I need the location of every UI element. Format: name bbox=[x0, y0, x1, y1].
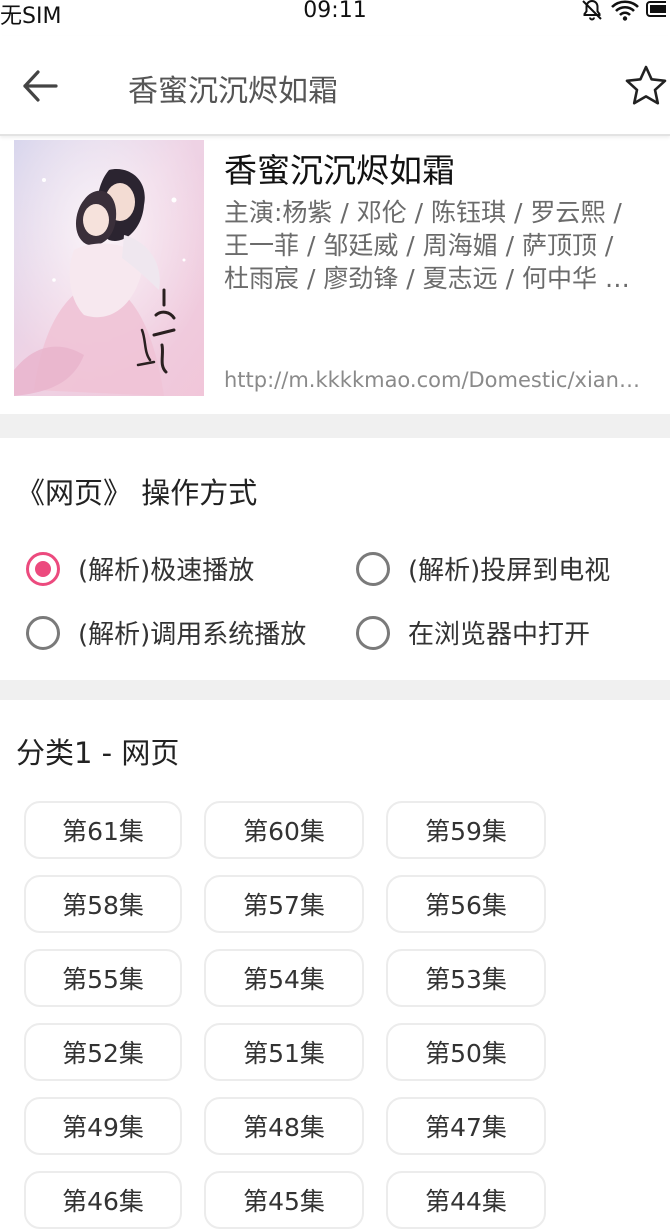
episode-button[interactable]: 第60集 bbox=[204, 801, 364, 859]
mute-bell-icon bbox=[582, 0, 602, 21]
option-cast-to-tv[interactable]: (解析)投屏到电视 bbox=[356, 550, 610, 587]
cast-line: 王一菲 / 邹廷威 / 周海媚 / 萨顶顶 / bbox=[224, 231, 614, 260]
back-arrow-icon bbox=[23, 70, 58, 102]
radio-button[interactable] bbox=[26, 551, 60, 586]
episode-button[interactable]: 第53集 bbox=[386, 949, 546, 1007]
status-bar: 无SIM 09:11 bbox=[0, 0, 670, 29]
episode-button[interactable]: 第47集 bbox=[386, 1097, 546, 1155]
episode-button[interactable]: 第51集 bbox=[204, 1023, 364, 1081]
battery-icon bbox=[646, 1, 666, 17]
episode-button[interactable]: 第54集 bbox=[204, 949, 364, 1007]
episode-button[interactable]: 第61集 bbox=[24, 801, 182, 859]
favorite-button[interactable] bbox=[624, 64, 668, 108]
star-icon bbox=[625, 65, 667, 105]
cast-line: 杜雨宸 / 廖劲锋 / 夏志远 / 何中华 … bbox=[224, 264, 630, 293]
radio-button[interactable] bbox=[356, 551, 390, 586]
episode-button[interactable]: 第58集 bbox=[24, 875, 182, 933]
episode-button[interactable]: 第55集 bbox=[24, 949, 182, 1007]
category-title: 分类1 - 网页 bbox=[16, 736, 180, 770]
episode-button[interactable]: 第52集 bbox=[24, 1023, 182, 1081]
option-open-in-browser[interactable]: 在浏览器中打开 bbox=[356, 614, 590, 651]
status-icons bbox=[580, 0, 666, 22]
show-title: 香蜜沉沉烬如霜 bbox=[224, 151, 455, 190]
wifi-icon bbox=[611, 0, 639, 21]
show-info: 香蜜沉沉烬如霜 主演:杨紫 / 邓伦 / 陈钰琪 / 罗云熙 / 王一菲 / 邹… bbox=[0, 136, 670, 414]
top-nav-bar: 香蜜沉沉烬如霜 bbox=[0, 36, 670, 136]
episode-button[interactable]: 第50集 bbox=[386, 1023, 546, 1081]
option-system-player[interactable]: (解析)调用系统播放 bbox=[26, 614, 306, 651]
episode-button[interactable]: 第59集 bbox=[386, 801, 546, 859]
episode-button[interactable]: 第45集 bbox=[204, 1171, 364, 1229]
episode-button[interactable]: 第48集 bbox=[204, 1097, 364, 1155]
option-label: (解析)调用系统播放 bbox=[78, 620, 307, 650]
operation-mode-section: 《网页》 操作方式 (解析)极速播放 (解析)投屏到电视 (解析)调用系统播放 … bbox=[0, 438, 670, 680]
episode-button[interactable]: 第44集 bbox=[386, 1171, 546, 1229]
clock: 09:11 bbox=[303, 0, 367, 23]
episode-button[interactable]: 第46集 bbox=[24, 1171, 182, 1229]
option-label: 在浏览器中打开 bbox=[408, 620, 591, 650]
section-divider bbox=[0, 680, 670, 700]
option-label: (解析)投屏到电视 bbox=[408, 556, 611, 586]
page-title: 香蜜沉沉烬如霜 bbox=[128, 74, 338, 109]
show-poster[interactable] bbox=[14, 140, 204, 396]
option-fast-play[interactable]: (解析)极速播放 bbox=[26, 550, 254, 587]
episode-button[interactable]: 第57集 bbox=[204, 875, 364, 933]
option-label: (解析)极速播放 bbox=[78, 556, 255, 586]
section-divider bbox=[0, 414, 670, 438]
cast-line: 主演:杨紫 / 邓伦 / 陈钰琪 / 罗云熙 / bbox=[224, 198, 622, 227]
radio-button[interactable] bbox=[356, 615, 390, 650]
poster-image bbox=[14, 140, 204, 396]
operation-mode-title: 《网页》 操作方式 bbox=[16, 476, 258, 510]
cast-list: 主演:杨紫 / 邓伦 / 陈钰琪 / 罗云熙 / 王一菲 / 邹廷威 / 周海媚… bbox=[224, 196, 670, 295]
source-url-link[interactable]: http://m.kkkkmao.com/Domestic/xian… bbox=[224, 368, 668, 392]
episode-button[interactable]: 第49集 bbox=[24, 1097, 182, 1155]
radio-button[interactable] bbox=[26, 615, 60, 650]
back-button[interactable] bbox=[20, 66, 60, 106]
episode-button[interactable]: 第56集 bbox=[386, 875, 546, 933]
